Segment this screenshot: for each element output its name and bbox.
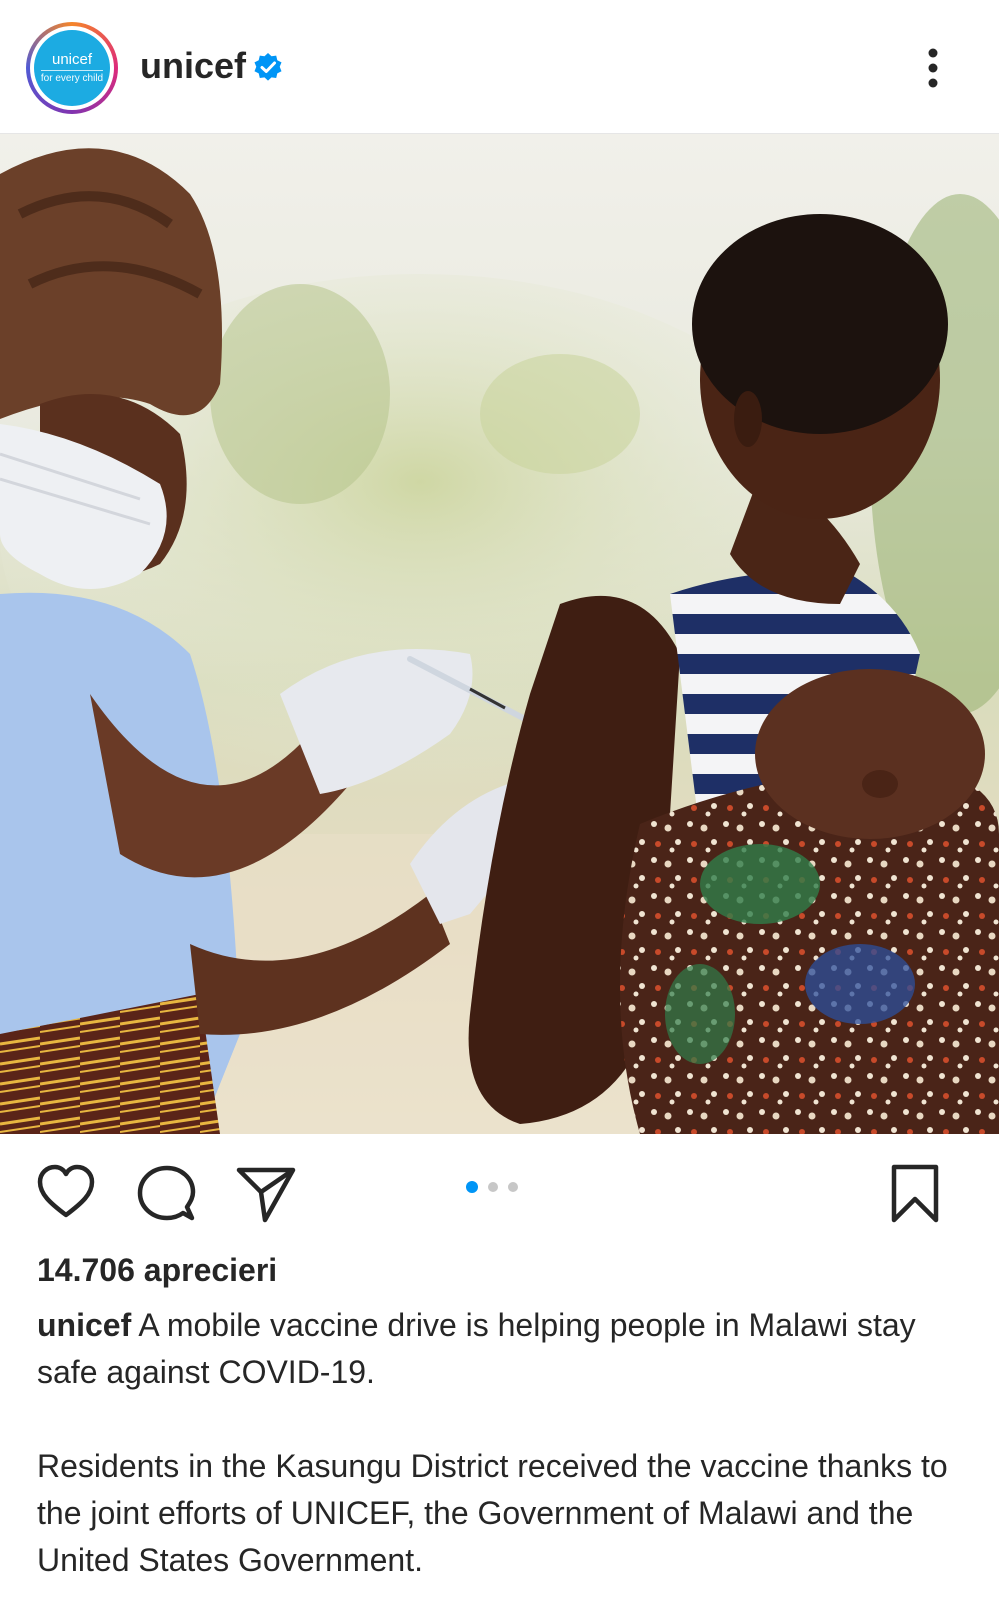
post-photo[interactable] bbox=[0, 134, 999, 1134]
avatar-tagline: for every child bbox=[40, 69, 104, 85]
post-photo-illustration bbox=[0, 148, 999, 1134]
carousel-dot-active bbox=[466, 1181, 478, 1193]
likes-count[interactable]: 14.706 aprecieri bbox=[37, 1250, 277, 1290]
carousel-dot bbox=[508, 1182, 518, 1192]
comment-icon[interactable] bbox=[136, 1164, 196, 1224]
caption-paragraph: Residents in the Kasungu District receiv… bbox=[37, 1448, 948, 1578]
action-bar bbox=[0, 1134, 999, 1244]
heart-icon[interactable] bbox=[36, 1164, 96, 1224]
caption-text: A mobile vaccine drive is helping people… bbox=[37, 1307, 916, 1390]
username[interactable]: unicef bbox=[140, 44, 246, 88]
unicef-logo: unicef for every child bbox=[34, 30, 110, 106]
avatar[interactable]: unicef for every child bbox=[26, 22, 118, 114]
bookmark-icon[interactable] bbox=[885, 1164, 945, 1224]
caption: unicef A mobile vaccine drive is helping… bbox=[37, 1302, 967, 1396]
carousel-dot bbox=[488, 1182, 498, 1192]
avatar-brand: unicef bbox=[51, 50, 93, 68]
post-header: unicef for every child unicef bbox=[0, 0, 999, 134]
more-vertical-icon[interactable] bbox=[922, 46, 944, 90]
caption-author[interactable]: unicef bbox=[37, 1307, 131, 1343]
send-icon[interactable] bbox=[236, 1164, 296, 1224]
verified-badge-icon bbox=[254, 53, 282, 81]
